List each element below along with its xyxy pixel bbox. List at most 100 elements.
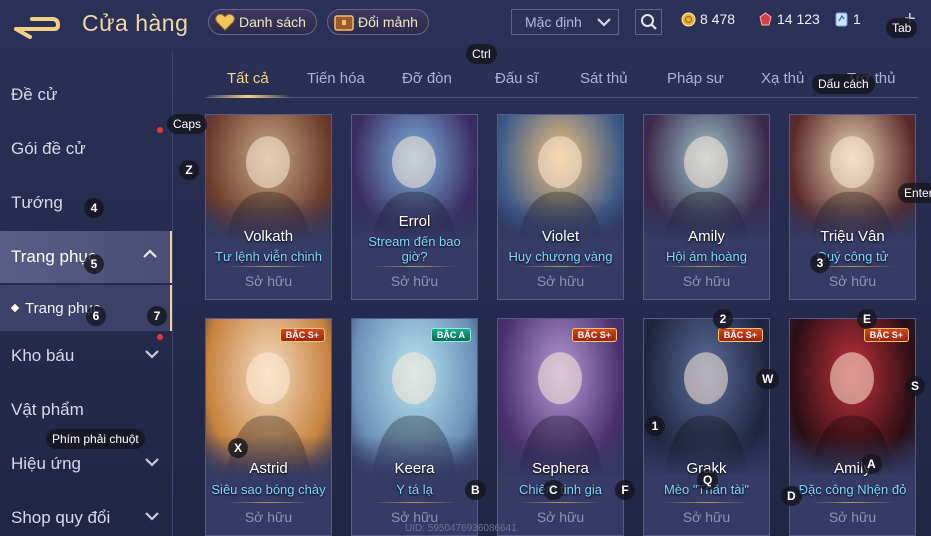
hero-name: Amily <box>834 460 871 477</box>
card-divider <box>810 502 895 503</box>
skin-card[interactable]: Triệu Vân Quý công tử Sở hữu <box>789 114 916 300</box>
key-hint-d: D <box>781 486 802 506</box>
owned-status: Sở hữu <box>244 509 293 525</box>
tier-badge: BẬC S+ <box>717 328 763 342</box>
tab-assassin[interactable]: Sát thủ <box>580 70 628 87</box>
card-divider <box>518 502 603 503</box>
skin-card[interactable]: BẬC S+ Astrid Siêu sao bóng chày Sở hữu <box>205 318 332 536</box>
owned-status: Sở hữu <box>682 509 731 525</box>
hero-name: Keera <box>394 460 435 477</box>
exchange-button-label: Đổi mảnh <box>358 14 418 30</box>
hero-name: Astrid <box>249 460 288 477</box>
sidebar-item-label: Gói đề cử <box>11 139 86 158</box>
skin-artwork <box>498 319 623 475</box>
key-hint-3: 3 <box>810 253 830 273</box>
notification-dot <box>157 127 163 133</box>
skin-card[interactable]: BẬC S+ Amily Đặc công Nhện đỏ Sở hữu <box>789 318 916 536</box>
gold-amount: 8 478 <box>700 11 736 27</box>
key-hint-6: 6 <box>86 306 106 326</box>
exchange-shards-button[interactable]: Đổi mảnh <box>327 9 429 35</box>
key-hint-7: 7 <box>147 306 167 326</box>
skin-artwork <box>206 319 331 475</box>
skin-card[interactable]: BẬC S+ Sephera Chiêm tinh gia Sở hữu <box>497 318 624 536</box>
card-divider <box>226 266 311 267</box>
sort-selected-value: Mặc định <box>525 14 582 30</box>
skin-card[interactable]: Amily Hội ám hoàng Sở hữu <box>643 114 770 300</box>
tier-badge: BẬC A <box>430 328 471 342</box>
skin-name: Huy chương vàng <box>508 249 613 264</box>
skin-name: Stream đến bao giờ? <box>368 234 461 264</box>
skin-artwork <box>790 319 915 475</box>
sidebar-subitem-skins[interactable]: Trang phục <box>0 285 172 331</box>
user-id: UID: 5950476936086641 <box>405 523 517 534</box>
key-hint-q: Q <box>697 470 719 490</box>
card-divider <box>372 266 457 267</box>
skin-card[interactable]: Errol Stream đến bao giờ? Sở hữu <box>351 114 478 300</box>
owned-status: Sở hữu <box>390 273 439 289</box>
gold-coin-icon <box>681 12 696 26</box>
sidebar-item-items[interactable]: Vật phẩm <box>0 385 172 435</box>
skin-artwork <box>206 115 331 239</box>
key-hint-tab: Tab <box>886 18 918 38</box>
key-hint-z: Z <box>179 160 199 180</box>
key-hint-space: Dấu cách <box>812 74 875 94</box>
card-divider <box>664 266 749 267</box>
skin-card[interactable]: Volkath Tư lệnh viễn chinh Sở hữu <box>205 114 332 300</box>
skin-artwork <box>644 115 769 239</box>
skin-name: Y tá lạ <box>396 482 433 497</box>
list-button[interactable]: Danh sách <box>208 9 317 35</box>
sidebar-item-treasure[interactable]: Kho báu <box>0 331 172 381</box>
top-bar: Cửa hàng Danh sách Đổi mảnh Mặc định 8 4… <box>0 0 931 52</box>
hero-name: Volkath <box>243 228 294 245</box>
sidebar-item-recommended-packs[interactable]: Gói đề cử <box>0 124 172 174</box>
search-icon <box>640 14 657 30</box>
key-hint-b: B <box>465 480 486 500</box>
tab-fighter[interactable]: Đấu sĩ <box>495 70 538 87</box>
key-hint-a: A <box>861 454 882 474</box>
key-hint-caps: Caps <box>167 114 208 134</box>
back-arrow-icon <box>14 17 61 39</box>
tier-badge: BẬC S+ <box>571 328 617 342</box>
hero-name: Sephera <box>532 460 589 477</box>
treasure-chest-icon <box>332 11 356 33</box>
key-hint-4: 4 <box>84 198 104 218</box>
skin-artwork <box>352 319 477 475</box>
key-hint-e: E <box>857 309 878 329</box>
sidebar-item-recommended[interactable]: Đề cử <box>0 70 172 120</box>
chevron-down-icon <box>145 458 159 467</box>
voucher-amount: 1 <box>853 11 861 27</box>
skin-name: Tư lệnh viễn chinh <box>215 249 322 264</box>
key-hint-enter: Enter <box>898 183 931 203</box>
category-tabs: Tất cả Tiến hóa Đỡ đòn Đấu sĩ Sát thủ Ph… <box>205 64 918 98</box>
search-button[interactable] <box>635 9 662 35</box>
owned-status: Sở hữu <box>828 273 877 289</box>
key-hint-f: F <box>615 480 635 500</box>
tab-evolution[interactable]: Tiến hóa <box>307 70 365 87</box>
hero-name: Amily <box>688 228 725 245</box>
tab-mage[interactable]: Pháp sư <box>667 70 724 87</box>
sidebar-item-exchange-shop[interactable]: Shop quy đổi <box>0 493 172 536</box>
skin-name: Đặc công Nhện đỏ <box>798 482 907 497</box>
sidebar-item-label: Hiệu ứng <box>11 454 81 473</box>
ruby-amount: 14 123 <box>777 11 820 27</box>
page-title: Cửa hàng <box>82 10 189 36</box>
key-hint-c: C <box>543 480 564 500</box>
chevron-down-icon <box>145 350 159 359</box>
skin-artwork <box>790 115 915 239</box>
hero-name: Triệu Vân <box>820 228 885 245</box>
sort-dropdown[interactable]: Mặc định <box>511 9 619 35</box>
card-divider <box>518 266 603 267</box>
tab-all[interactable]: Tất cả <box>227 70 269 87</box>
tab-marksman[interactable]: Xạ thủ <box>761 70 804 87</box>
list-button-label: Danh sách <box>239 14 306 30</box>
back-button[interactable] <box>10 9 62 41</box>
skin-card[interactable]: BẬC A Keera Y tá lạ Sở hữu <box>351 318 478 536</box>
voucher-currency: 1 <box>834 11 861 27</box>
sidebar: Đề cử Gói đề cử Tướng Trang phục Trang p… <box>0 68 172 536</box>
heart-icon <box>213 11 237 33</box>
skin-card[interactable]: Violet Huy chương vàng Sở hữu <box>497 114 624 300</box>
skin-artwork <box>498 115 623 239</box>
key-hint-2: 2 <box>713 309 733 329</box>
tab-tank[interactable]: Đỡ đòn <box>402 70 452 87</box>
owned-status: Sở hữu <box>682 273 731 289</box>
